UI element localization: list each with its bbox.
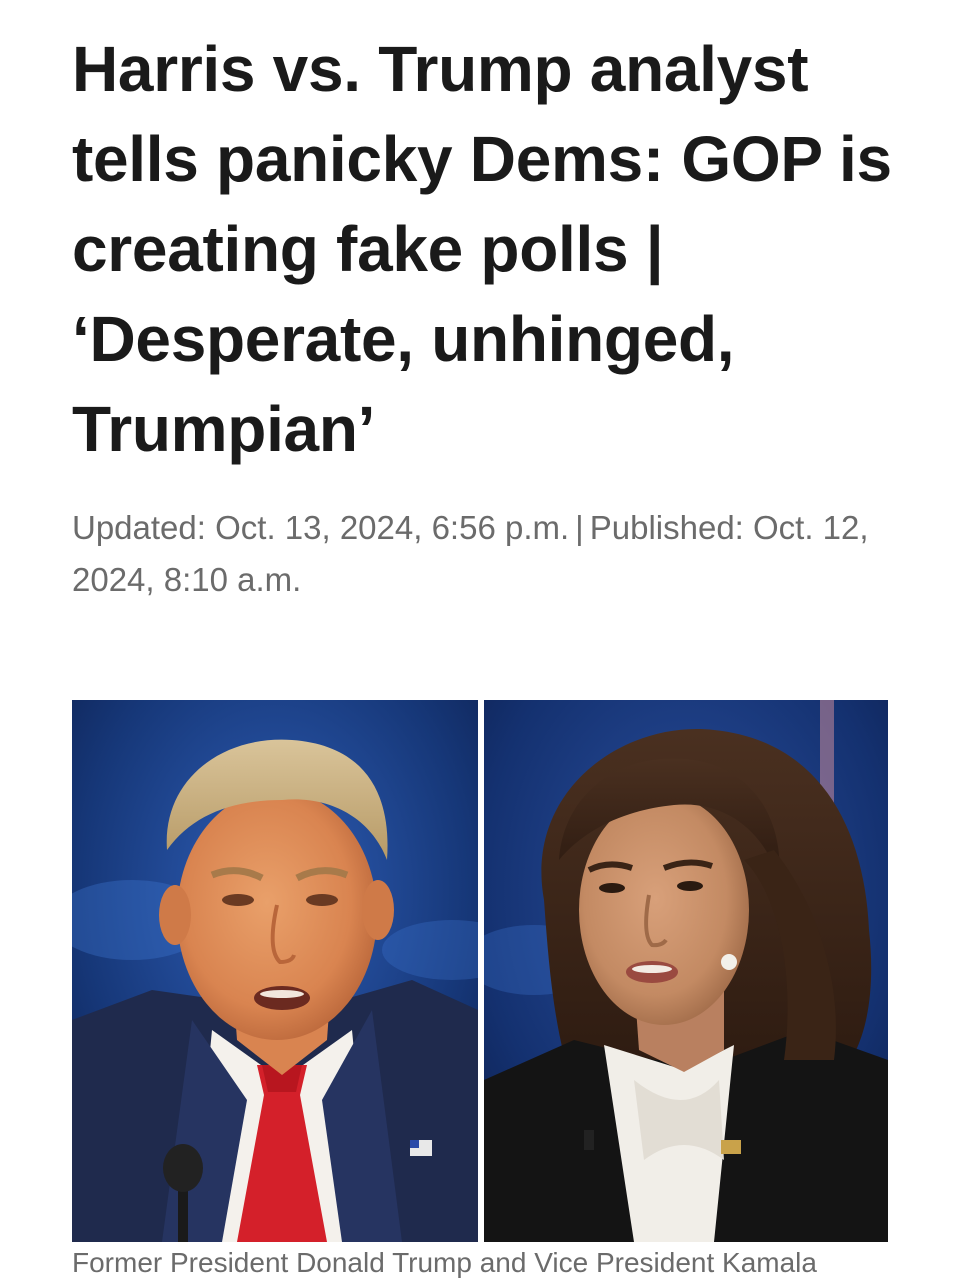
photo-panel-left	[72, 700, 478, 1242]
portrait-right-image	[484, 700, 888, 1242]
article-timestamps: Updated: Oct. 13, 2024, 6:56 p.m. | Publis…	[72, 502, 872, 606]
updated-timestamp: Updated: Oct. 13, 2024, 6:56 p.m.	[72, 509, 570, 546]
article-lead-photo[interactable]	[72, 700, 888, 1242]
article-headline: Harris vs. Trump analyst tells panicky D…	[72, 33, 892, 465]
photo-caption: Former President Donald Trump and Vice P…	[72, 1247, 817, 1278]
photo-panel-right	[484, 700, 888, 1242]
portrait-left-image	[72, 700, 478, 1242]
timestamp-separator: |	[575, 509, 584, 546]
